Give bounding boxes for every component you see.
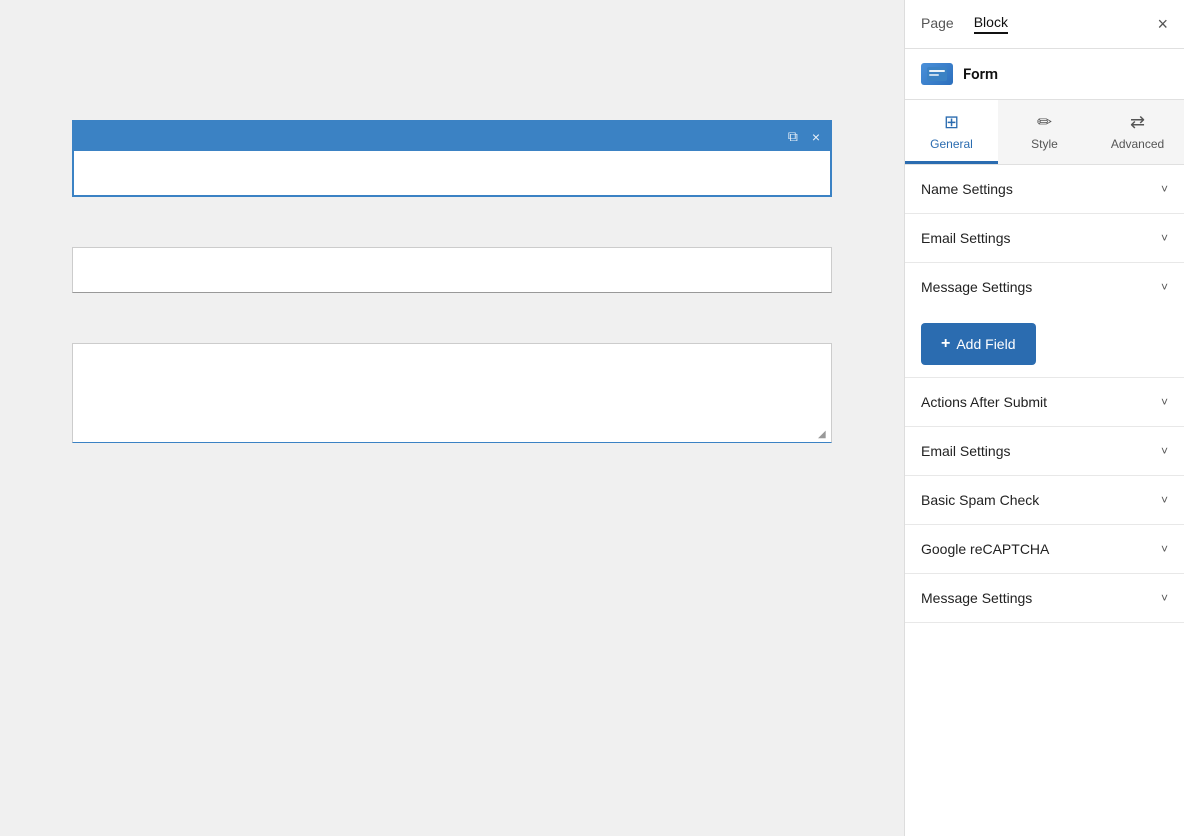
chevron-basic-spam-check: ˅ (1161, 493, 1168, 507)
accordion-email-settings-1-header[interactable]: Email Settings ˅ (905, 214, 1184, 262)
add-field-button[interactable]: + Add Field (921, 323, 1036, 365)
general-icon: ⊞ (944, 112, 959, 133)
panel-header: Page Block × (905, 0, 1184, 49)
chevron-email-settings-1: ˅ (1161, 231, 1168, 245)
chevron-message-settings-2: ˅ (1161, 591, 1168, 605)
panel-close-button[interactable]: × (1157, 15, 1168, 33)
right-panel: Page Block × Form ⊞ General ✏ Style ⇄ Ad… (904, 0, 1184, 836)
tab-advanced-label: Advanced (1111, 137, 1164, 151)
style-icon: ✏ (1037, 112, 1052, 133)
accordion-actions-after-submit: Actions After Submit ˅ (905, 378, 1184, 427)
chevron-message-settings-1: ˅ (1161, 280, 1168, 294)
form-icon (921, 63, 953, 85)
advanced-icon: ⇄ (1130, 112, 1145, 133)
resize-handle[interactable]: ◢ (818, 429, 830, 441)
accordion-actions-after-submit-title: Actions After Submit (921, 394, 1047, 410)
tab-block[interactable]: Block (974, 14, 1008, 34)
accordion-name-settings-header[interactable]: Name Settings ˅ (905, 165, 1184, 213)
chevron-email-settings-2: ˅ (1161, 444, 1168, 458)
accordion-basic-spam-check-title: Basic Spam Check (921, 492, 1039, 508)
accordion-email-settings-2: Email Settings ˅ (905, 427, 1184, 476)
chevron-google-recaptcha: ˅ (1161, 542, 1168, 556)
form-label-text: Form (963, 65, 998, 83)
accordion-email-settings-2-header[interactable]: Email Settings ˅ (905, 427, 1184, 475)
close-icon: × (812, 129, 820, 145)
form-label-section: Form (905, 49, 1184, 100)
accordion-message-settings-1-title: Message Settings (921, 279, 1032, 295)
chevron-name-settings: ˅ (1161, 182, 1168, 196)
chevron-actions-after-submit: ˅ (1161, 395, 1168, 409)
accordion-google-recaptcha-title: Google reCAPTCHA (921, 541, 1049, 557)
accordion-name-settings-title: Name Settings (921, 181, 1013, 197)
field-copy-button[interactable]: ⧉ (784, 126, 802, 147)
tab-style-label: Style (1031, 137, 1058, 151)
copy-icon: ⧉ (788, 128, 798, 144)
accordion-email-settings-2-title: Email Settings (921, 443, 1010, 459)
accordion-email-settings-1-title: Email Settings (921, 230, 1010, 246)
accordion-message-settings-2-title: Message Settings (921, 590, 1032, 606)
field-toolbar: ⧉ × (74, 122, 830, 151)
form-field-1[interactable]: ⧉ × (72, 120, 832, 197)
accordion-message-settings-2-header[interactable]: Message Settings ˅ (905, 574, 1184, 622)
form-field-2[interactable] (72, 247, 832, 293)
tab-general[interactable]: ⊞ General (905, 100, 998, 164)
accordion-message-settings-1: Message Settings ˅ + Add Field (905, 263, 1184, 378)
accordion-name-settings: Name Settings ˅ (905, 165, 1184, 214)
canvas-area: ⧉ × ◢ (0, 0, 904, 836)
tab-general-label: General (930, 137, 973, 151)
accordion-message-settings-2: Message Settings ˅ (905, 574, 1184, 623)
field-close-button[interactable]: × (808, 127, 824, 147)
plus-icon: + (941, 335, 950, 353)
tab-bar: ⊞ General ✏ Style ⇄ Advanced (905, 100, 1184, 165)
accordion-email-settings-1: Email Settings ˅ (905, 214, 1184, 263)
accordion-google-recaptcha: Google reCAPTCHA ˅ (905, 525, 1184, 574)
tab-page[interactable]: Page (921, 14, 954, 34)
text-input-normal[interactable] (72, 247, 832, 293)
textarea-input[interactable] (72, 343, 832, 443)
tab-style[interactable]: ✏ Style (998, 100, 1091, 164)
panel-header-tabs: Page Block (921, 14, 1008, 34)
tab-advanced[interactable]: ⇄ Advanced (1091, 100, 1184, 164)
accordion-google-recaptcha-header[interactable]: Google reCAPTCHA ˅ (905, 525, 1184, 573)
accordion-message-settings-1-header[interactable]: Message Settings ˅ (905, 263, 1184, 311)
accordion-basic-spam-check: Basic Spam Check ˅ (905, 476, 1184, 525)
form-container: ⧉ × ◢ (72, 120, 832, 443)
form-field-3[interactable]: ◢ (72, 343, 832, 443)
accordion-basic-spam-check-header[interactable]: Basic Spam Check ˅ (905, 476, 1184, 524)
add-field-label: Add Field (956, 336, 1015, 352)
accordion-actions-after-submit-header[interactable]: Actions After Submit ˅ (905, 378, 1184, 426)
text-input-selected[interactable] (74, 151, 830, 195)
